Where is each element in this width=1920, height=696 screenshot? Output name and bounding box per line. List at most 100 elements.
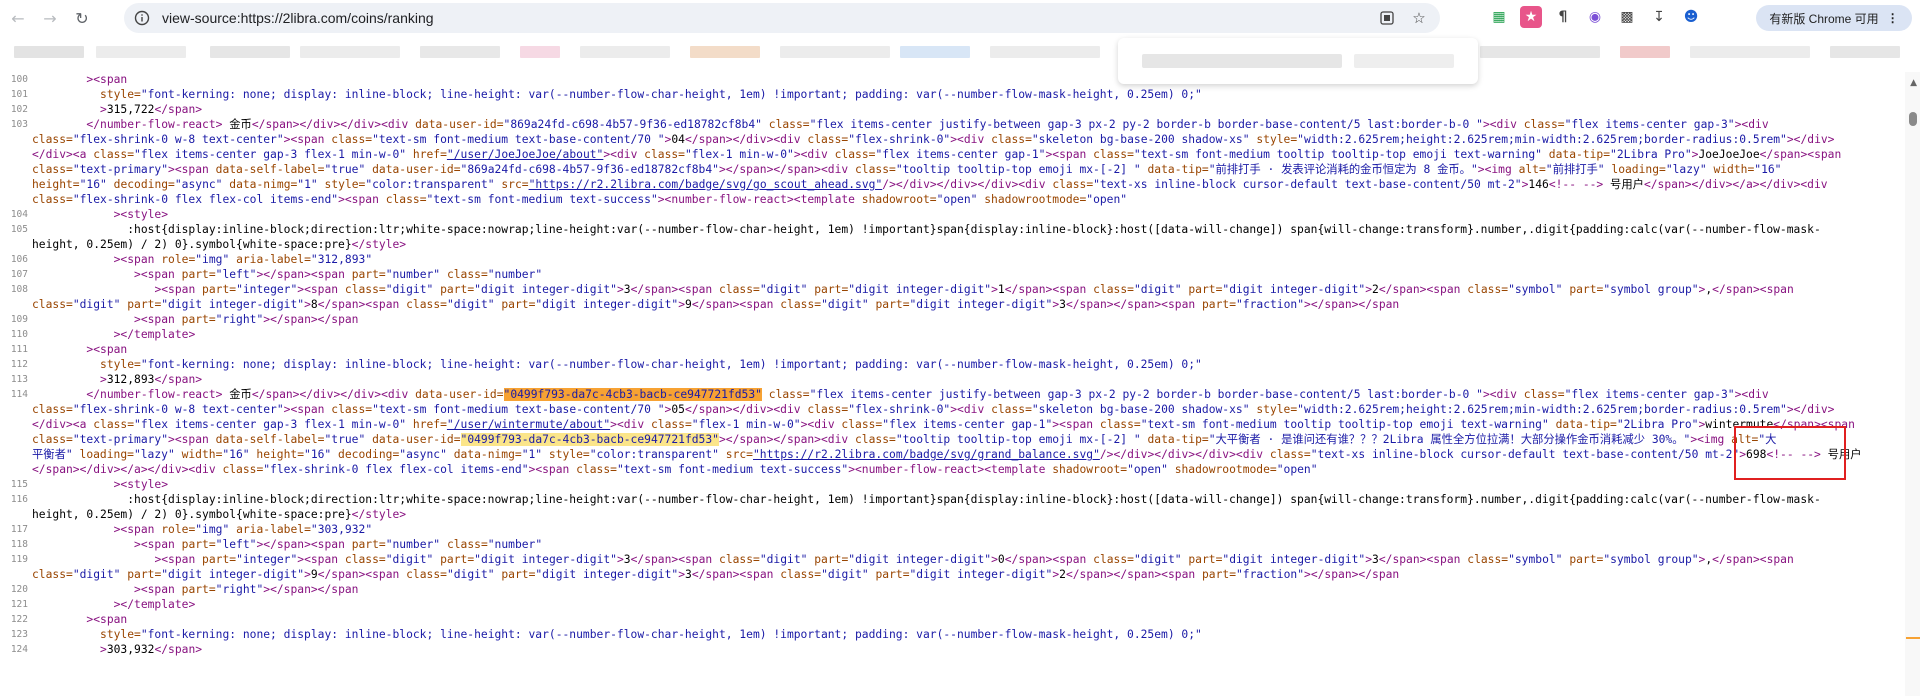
bookmark-star-icon[interactable]: ☆ xyxy=(1408,7,1430,29)
code-token: "number" xyxy=(385,538,441,551)
code-token: part= xyxy=(181,268,216,281)
bookmark-item[interactable] xyxy=(1690,46,1810,58)
code-token: "flex-shrink-0" xyxy=(848,403,951,416)
code-token: "open" xyxy=(1086,193,1128,206)
code-token: </span></span><span xyxy=(1065,568,1202,581)
reload-icon[interactable]: ↻ xyxy=(68,4,96,32)
line-code: style="font-kerning: none; display: inli… xyxy=(32,627,1202,642)
forward-icon[interactable]: → xyxy=(36,4,64,32)
source-line: class="flex-shrink-0 flex flex-col items… xyxy=(0,192,1905,207)
code-token: class= xyxy=(1467,283,1509,296)
chrome-update-button[interactable]: 有新版 Chrome 可用 ⋮ xyxy=(1756,5,1912,31)
code-token: 0 xyxy=(997,553,1005,566)
code-token: /></div></div></div><div xyxy=(1099,448,1270,461)
code-token: href= xyxy=(412,148,447,161)
url-text[interactable]: view-source:https://2libra.com/coins/ran… xyxy=(162,10,434,26)
line-code: </div><a class="flex items-center gap-3 … xyxy=(32,417,1855,432)
line-number: 124 xyxy=(10,644,28,655)
source-line: 100 ><span xyxy=(0,72,1905,87)
puzzle-extensions-icon[interactable]: ▩ xyxy=(1616,6,1638,28)
line-number: 106 xyxy=(10,254,28,265)
bookmark-item[interactable] xyxy=(1480,46,1600,58)
profile-icon[interactable]: ☻ xyxy=(1680,6,1702,28)
source-view[interactable]: 100 ><span 101 style="font-kerning: none;… xyxy=(0,72,1905,696)
vertical-scrollbar[interactable] xyxy=(1905,72,1920,696)
code-token: ><span xyxy=(86,613,128,626)
bookmark-item[interactable] xyxy=(1620,46,1670,58)
code-token: data-self-label= xyxy=(215,433,325,446)
line-code: ><span part="right"></span></span xyxy=(32,312,358,327)
purple-extension-icon[interactable]: ◉ xyxy=(1584,6,1606,28)
code-token: "前排打手" xyxy=(1545,163,1605,176)
code-token: ><span xyxy=(113,253,162,266)
code-token: class= xyxy=(32,403,73,416)
source-line: 104 ><style> xyxy=(0,207,1905,222)
bookmark-item[interactable] xyxy=(990,46,1100,58)
line-code: class="digit" part="digit integer-digit"… xyxy=(32,567,1399,582)
code-token: data-nimg= xyxy=(453,448,522,461)
source-line: 122 ><span xyxy=(0,612,1905,627)
code-token: ></template> xyxy=(113,598,196,611)
bookmark-item[interactable] xyxy=(520,46,560,58)
line-number: 117 xyxy=(10,524,28,535)
code-token: class= xyxy=(1093,553,1134,566)
bookmark-item[interactable] xyxy=(780,46,890,58)
bookmark-item[interactable] xyxy=(1830,46,1900,58)
code-token: data-user-id= xyxy=(415,118,504,131)
bookmark-item[interactable] xyxy=(900,46,970,58)
scrollbar-thumb[interactable] xyxy=(1909,112,1917,126)
source-line: 108 ><span part="integer"><span class="d… xyxy=(0,282,1905,297)
line-number: 103 xyxy=(10,119,28,130)
pink-extension-icon[interactable]: ★ xyxy=(1520,6,1542,28)
scroll-up-arrow-icon[interactable]: ▲ xyxy=(1910,78,1917,88)
code-token: "flex items-center gap-3 flex-1 min-w-0" xyxy=(134,418,407,431)
translate-icon[interactable] xyxy=(1376,7,1398,29)
address-bar[interactable]: view-source:https://2libra.com/coins/ran… xyxy=(124,3,1440,33)
code-token: "digit integer-digit" xyxy=(1222,283,1366,296)
code-token: 303,932 xyxy=(106,643,155,656)
bookmark-item[interactable] xyxy=(210,46,290,58)
code-token: "digit integer-digit" xyxy=(474,283,617,296)
bookmark-item[interactable] xyxy=(300,46,400,58)
code-token: 9 xyxy=(310,568,318,581)
code-token: ><span xyxy=(297,283,345,296)
line-code: :host{display:inline-block;direction:ltr… xyxy=(32,222,1821,237)
source-link[interactable]: "https://r2.2libra.com/badge/svg/grand_b… xyxy=(753,448,1100,461)
line-number: 101 xyxy=(10,89,28,100)
source-link[interactable]: "/user/wintermute/about" xyxy=(447,418,610,431)
more-menu-icon[interactable]: ⋮ xyxy=(1887,11,1899,25)
bookmark-item[interactable] xyxy=(420,46,500,58)
bookmark-item[interactable] xyxy=(580,46,670,58)
line-code: >303,932</span> xyxy=(32,642,202,657)
download-icon[interactable]: ↧ xyxy=(1648,6,1670,28)
code-token: > xyxy=(1365,283,1373,296)
code-token: part= xyxy=(440,553,475,566)
code-token: "text-sm font-medium tooltip tooltip-top… xyxy=(1133,148,1542,161)
bookmark-item[interactable] xyxy=(14,46,84,58)
code-token: "digit integer-digit" xyxy=(161,568,305,581)
source-link[interactable]: "https://r2.2libra.com/badge/svg/go_scou… xyxy=(529,178,883,191)
code-token: class= xyxy=(32,193,73,206)
bookmark-item[interactable] xyxy=(96,46,186,58)
code-token: > xyxy=(678,298,686,311)
code-token: > xyxy=(991,553,998,566)
code-token: 04 xyxy=(671,133,685,146)
paragraph-extension-icon[interactable]: ¶ xyxy=(1552,6,1574,28)
code-token: ><span xyxy=(297,553,345,566)
source-link[interactable]: "/user/JoeJoeJoe/about" xyxy=(447,148,603,161)
bookmark-item[interactable] xyxy=(690,46,760,58)
site-info-icon[interactable] xyxy=(132,8,152,28)
line-number: 121 xyxy=(10,599,28,610)
code-token: "flex-shrink-0 flex flex-col items-end" xyxy=(263,463,529,476)
grid-extension-icon[interactable]: ▦ xyxy=(1488,6,1510,28)
code-token: class= xyxy=(32,163,73,176)
code-token: </span></div></a></div><div xyxy=(1643,178,1828,191)
line-code: >315,722</span> xyxy=(32,102,202,117)
back-icon[interactable]: ← xyxy=(4,4,32,32)
code-token: class= xyxy=(446,268,488,281)
code-token: height, 0.25em) / 2) 0}.symbol{white-spa… xyxy=(32,238,352,251)
code-token: ></span><span xyxy=(256,538,352,551)
code-token: class= xyxy=(1269,448,1311,461)
